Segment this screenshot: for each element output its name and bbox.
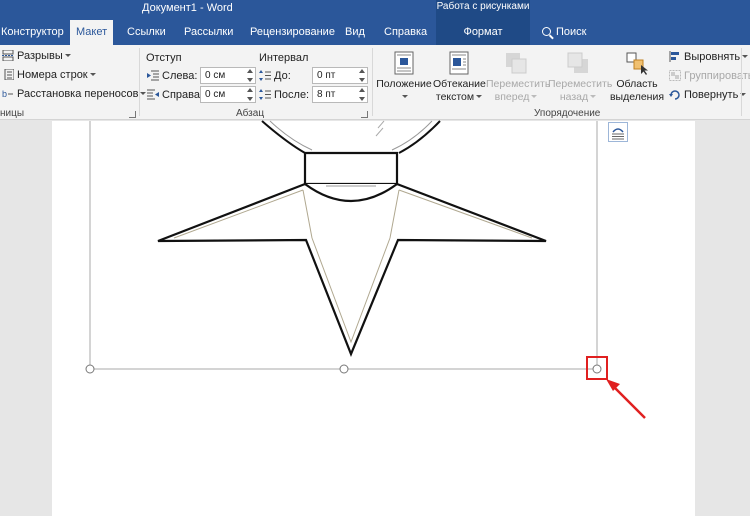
ribbon-tabs: Конструктор Макет Ссылки Рассылки Реценз…: [0, 20, 750, 45]
layout-options-button[interactable]: [608, 122, 628, 142]
tab-design[interactable]: Конструктор: [0, 20, 70, 45]
spacing-before-icon: [259, 70, 271, 81]
tab-references[interactable]: Ссылки: [121, 20, 172, 45]
tab-mailings[interactable]: Рассылки: [178, 20, 239, 45]
spacing-before-value: 0 пт: [317, 70, 336, 81]
send-backward-button[interactable]: Переместить назад: [548, 51, 612, 104]
resize-handle-bottom-center[interactable]: [339, 364, 349, 374]
breaks-button[interactable]: Разрывы: [2, 50, 71, 62]
position-icon: [394, 51, 414, 75]
position-button[interactable]: Положение: [376, 51, 432, 104]
rotate-label: Повернуть: [684, 89, 739, 101]
align-label: Выровнять: [684, 51, 741, 63]
window-title: Документ1 - Word: [142, 2, 233, 14]
left-label-text: Слева:: [162, 70, 198, 82]
indent-right-spinner[interactable]: [246, 88, 254, 101]
indent-left-icon: [147, 70, 159, 81]
line-numbers-label: Номера строк: [17, 69, 88, 81]
backward-label-1: Переместить: [548, 78, 613, 90]
indent-left-label: Слева:: [147, 70, 197, 82]
align-icon: [669, 51, 679, 62]
breaks-icon: [2, 50, 14, 61]
bring-forward-button[interactable]: Переместить вперед: [486, 51, 550, 104]
search-label: Поиск: [556, 26, 587, 38]
arrange-group-label: Упорядочение: [534, 108, 601, 119]
paragraph-group-label: Абзац: [236, 108, 265, 119]
page-setup-group-label: ницы: [0, 108, 25, 119]
selection-pane-icon: [626, 52, 648, 75]
svg-text:b: b: [2, 89, 7, 99]
backward-label-2: назад: [559, 91, 589, 103]
forward-label-2: вперед: [494, 91, 530, 103]
line-numbers-button[interactable]: Номера строк: [2, 69, 96, 81]
forward-label-1: Переместить: [486, 78, 551, 90]
page-setup-launcher[interactable]: [129, 111, 136, 118]
rotate-button[interactable]: Повернуть: [669, 89, 747, 101]
right-label-text: Справа:: [162, 89, 204, 101]
wrap-text-icon: [449, 51, 469, 75]
indent-right-input[interactable]: 0 см: [200, 86, 256, 103]
group-icon: [669, 70, 681, 81]
spacing-header: Интервал: [259, 52, 309, 64]
spacing-after-input[interactable]: 8 пт: [312, 86, 368, 103]
hyphenation-icon: b: [2, 89, 13, 99]
tab-help[interactable]: Справка: [378, 20, 433, 45]
resize-handle-icon[interactable]: [592, 364, 602, 374]
spacing-after-value: 8 пт: [317, 89, 336, 100]
spacing-after-spinner[interactable]: [358, 88, 366, 101]
position-label: Положение: [376, 78, 432, 90]
selection-label-1: Область: [616, 78, 658, 90]
tab-layout[interactable]: Макет: [70, 20, 114, 45]
context-group-label: Работа с рисунками: [436, 0, 530, 20]
align-button[interactable]: Выровнять: [669, 51, 749, 63]
layout-options-icon: [612, 128, 624, 140]
indent-left-input[interactable]: 0 см: [200, 67, 256, 84]
title-bar: Документ1 - Word Работа с рисунками: [0, 0, 750, 20]
separator: [139, 48, 140, 116]
spacing-before-label: До:: [259, 70, 291, 82]
group-button[interactable]: Группировать: [669, 70, 750, 82]
indent-left-value: 0 см: [205, 70, 226, 81]
indent-right-label: Справа:: [147, 89, 203, 101]
indent-header: Отступ: [146, 52, 182, 64]
search-icon: [542, 27, 551, 36]
tell-me-search[interactable]: Поиск: [536, 20, 592, 45]
selection-pane-button[interactable]: Область выделения: [609, 51, 665, 104]
spacing-before-spinner[interactable]: [358, 69, 366, 82]
hyphenation-label: Расстановка переносов: [17, 88, 139, 100]
spacing-before-input[interactable]: 0 пт: [312, 67, 368, 84]
wrap-text-button[interactable]: Обтекание текстом: [433, 51, 486, 104]
indent-right-icon: [147, 89, 159, 100]
before-label-text: До:: [274, 70, 291, 82]
breaks-label: Разрывы: [17, 50, 63, 62]
bring-forward-icon: [506, 53, 527, 74]
separator: [741, 48, 742, 116]
hyphenation-button[interactable]: b Расстановка переносов: [2, 88, 147, 100]
wrap-label-1: Обтекание: [433, 78, 486, 90]
wrap-label-2: текстом: [435, 91, 475, 103]
spacing-after-icon: [259, 89, 271, 100]
separator: [372, 48, 373, 116]
send-backward-icon: [567, 52, 588, 73]
spacing-after-label: После:: [259, 89, 309, 101]
rotate-icon: [669, 90, 680, 100]
tab-view[interactable]: Вид: [339, 20, 371, 45]
tab-review[interactable]: Рецензирование: [244, 20, 341, 45]
paragraph-launcher[interactable]: [361, 111, 368, 118]
resize-handle-bottom-left[interactable]: [85, 364, 95, 374]
tab-format[interactable]: Формат: [436, 20, 530, 45]
ribbon: Разрывы Номера строк b Расстановка перено…: [0, 45, 750, 120]
after-label-text: После:: [274, 89, 310, 101]
indent-left-spinner[interactable]: [246, 69, 254, 82]
selection-label-2: выделения: [609, 91, 665, 103]
line-numbers-icon: [4, 69, 14, 80]
indent-right-value: 0 см: [205, 89, 226, 100]
